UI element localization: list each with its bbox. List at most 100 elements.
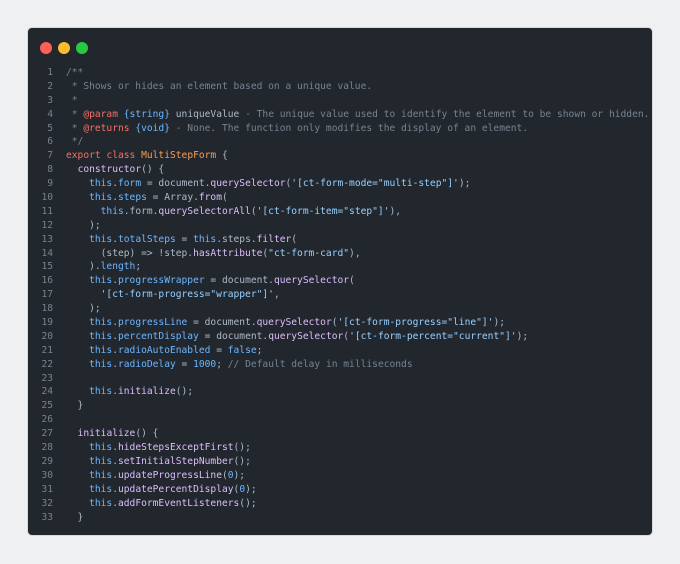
code-token: // Default delay in milliseconds bbox=[227, 358, 413, 370]
code-line: 24 this.initialize(); bbox=[28, 385, 652, 399]
line-number: 27 bbox=[41, 428, 53, 440]
code-text: /** bbox=[66, 66, 83, 80]
code-token: /** bbox=[66, 67, 84, 78]
code-token: uniqueValue bbox=[175, 108, 240, 120]
code-line: 19 this.progressLine = document.querySel… bbox=[28, 316, 652, 330]
code-token: this bbox=[89, 358, 113, 370]
code-line: 26 bbox=[28, 413, 652, 427]
line-number: 18 bbox=[41, 303, 53, 315]
code-token: ( bbox=[291, 233, 298, 245]
code-token: (step) => !step. bbox=[66, 247, 194, 259]
code-line: 10 this.steps = Array.from( bbox=[28, 191, 652, 205]
line-number: 19 bbox=[41, 317, 53, 329]
code-line: 27 initialize() { bbox=[28, 427, 652, 441]
code-token: hideStepsExceptFirst bbox=[118, 442, 234, 454]
line-number: 25 bbox=[41, 400, 53, 412]
code-text: */ bbox=[66, 135, 84, 149]
code-token: = bbox=[175, 233, 194, 245]
code-token: this bbox=[89, 233, 113, 245]
code-token: ), bbox=[349, 247, 361, 259]
code-token: '[ct-form-mode="multi-step"]' bbox=[291, 178, 459, 190]
code-token: this bbox=[89, 330, 113, 342]
code-token: filter bbox=[256, 233, 292, 245]
line-number: 14 bbox=[41, 247, 53, 259]
code-token: ; bbox=[135, 261, 142, 273]
line-number: 8 bbox=[47, 164, 53, 176]
code-text: this.form.querySelectorAll('[ct-form-ite… bbox=[66, 205, 401, 219]
code-line: 31 this.updatePercentDisplay(0); bbox=[28, 483, 652, 497]
code-token: constructor bbox=[77, 164, 142, 176]
code-token: ), bbox=[389, 205, 402, 217]
code-token: this bbox=[193, 233, 217, 245]
code-line: 22 this.radioDelay = 1000; // Default de… bbox=[28, 358, 652, 372]
line-number: 22 bbox=[41, 358, 53, 370]
code-token: this bbox=[89, 178, 113, 190]
minimize-dot-icon[interactable] bbox=[58, 42, 70, 54]
close-dot-icon[interactable] bbox=[40, 42, 52, 54]
code-token: = document. bbox=[204, 275, 274, 287]
code-line: 3 * bbox=[28, 94, 652, 108]
code-text: * Shows or hides an element based on a u… bbox=[66, 80, 372, 94]
code-token: .steps. bbox=[216, 233, 257, 245]
line-number: 24 bbox=[41, 386, 53, 398]
line-number: 11 bbox=[41, 205, 53, 217]
code-text: this.updatePercentDisplay(0); bbox=[66, 483, 257, 497]
code-text: * @param {string} uniqueValue - The uniq… bbox=[66, 108, 650, 122]
code-token: this bbox=[89, 344, 113, 356]
code-token: ); bbox=[458, 178, 471, 190]
code-line: 23 bbox=[28, 372, 652, 386]
code-token: ; bbox=[256, 344, 263, 356]
code-token: this bbox=[89, 497, 113, 509]
code-token: * Shows or hides an element based on a u… bbox=[66, 80, 373, 92]
line-number: 5 bbox=[47, 122, 53, 134]
line-number: 17 bbox=[41, 289, 53, 301]
code-token: '[ct-form-percent="current"]' bbox=[349, 330, 517, 342]
code-token: ( bbox=[349, 275, 355, 287]
code-text: this.progressLine = document.querySelect… bbox=[66, 316, 505, 330]
code-text: this.radioAutoEnabled = false; bbox=[66, 344, 262, 358]
code-token: - None. The function only modifies the d… bbox=[169, 122, 529, 134]
code-token: addFormEventListeners bbox=[118, 497, 240, 509]
code-line: 8 constructor() { bbox=[28, 163, 652, 177]
line-number: 15 bbox=[41, 261, 53, 273]
code-text: this.setInitialStepNumber(); bbox=[66, 455, 251, 469]
code-token: querySelector bbox=[273, 275, 350, 287]
code-token: updatePercentDisplay bbox=[118, 483, 234, 495]
code-token: * bbox=[66, 122, 84, 134]
code-token: } bbox=[66, 511, 84, 523]
code-line: 15 ).length; bbox=[28, 260, 652, 274]
code-text: } bbox=[66, 511, 84, 525]
code-token: this bbox=[89, 192, 113, 204]
code-token: @returns bbox=[83, 122, 130, 134]
code-token: {void} bbox=[135, 122, 170, 134]
code-token: = bbox=[210, 344, 228, 356]
code-token: { bbox=[216, 150, 228, 162]
code-window: 1 /** 2 * Shows or hides an element based … bbox=[28, 28, 652, 535]
code-token: ); bbox=[493, 317, 506, 329]
code-line: 32 this.addFormEventListeners(); bbox=[28, 497, 652, 511]
code-text: ); bbox=[66, 302, 101, 316]
code-token: * bbox=[66, 108, 84, 120]
code-line: 33 } bbox=[28, 511, 652, 525]
code-token: radioDelay bbox=[118, 358, 176, 370]
zoom-dot-icon[interactable] bbox=[76, 42, 88, 54]
code-token: percentDisplay bbox=[118, 330, 199, 342]
code-text: this.addFormEventListeners(); bbox=[66, 497, 257, 511]
code-token: steps bbox=[118, 192, 147, 204]
code-token: "ct-form-card" bbox=[268, 247, 350, 259]
code-text: this.form = document.querySelector('[ct-… bbox=[66, 177, 470, 191]
code-token: initialize bbox=[118, 386, 176, 398]
code-text: this.progressWrapper = document.querySel… bbox=[66, 274, 355, 288]
code-token: () { bbox=[141, 164, 165, 176]
code-token: ; bbox=[216, 358, 228, 370]
code-token: ); bbox=[66, 303, 101, 315]
code-token: ). bbox=[66, 261, 101, 273]
